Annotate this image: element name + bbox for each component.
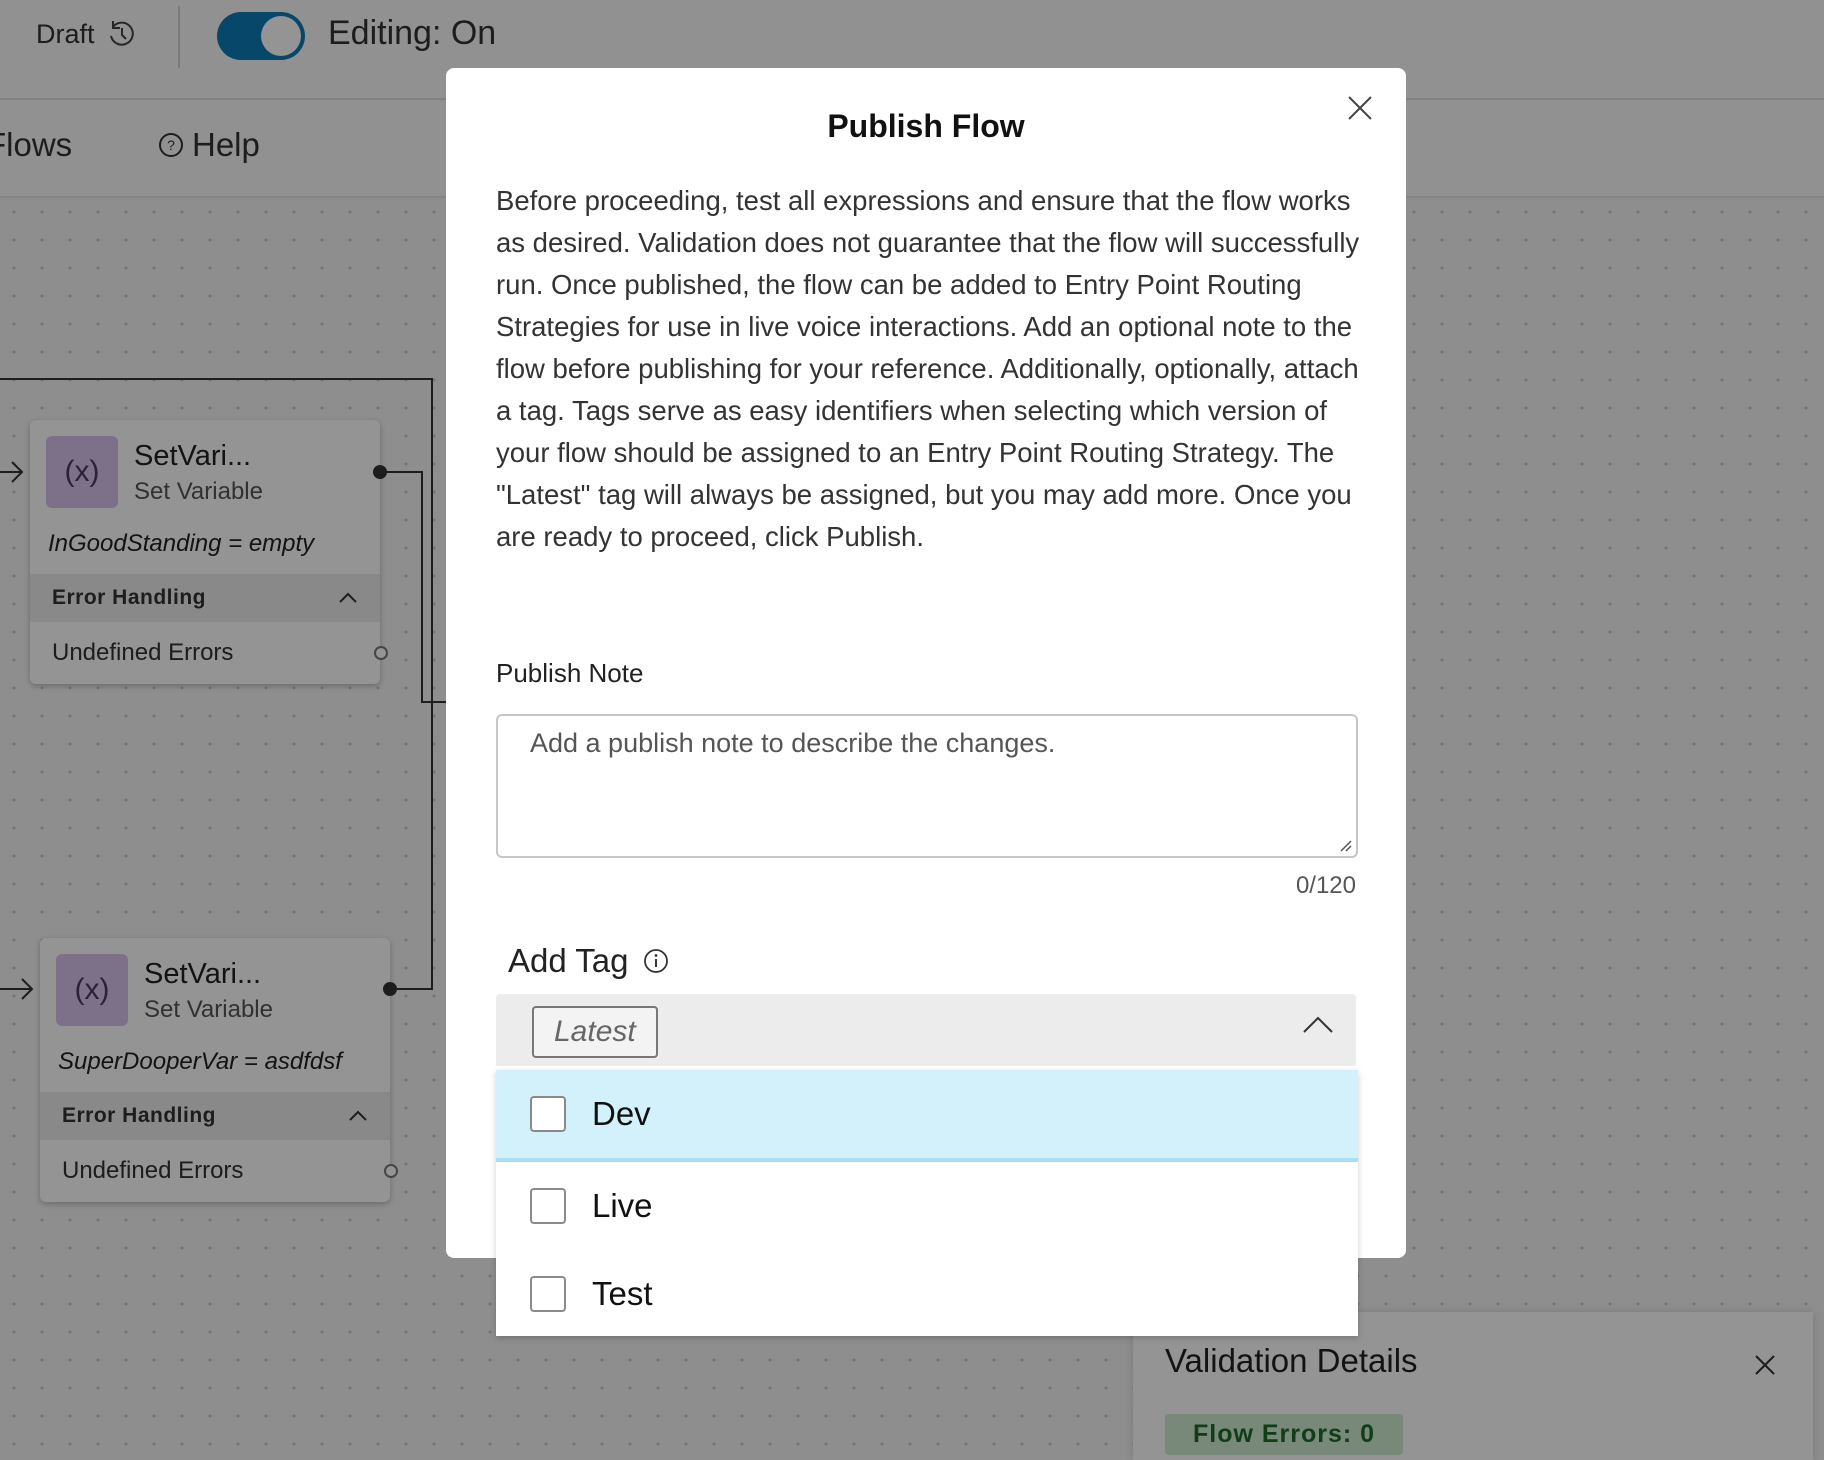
option-label: Dev xyxy=(592,1095,651,1132)
tag-option-test[interactable]: Test xyxy=(496,1250,1358,1338)
publish-note-field[interactable] xyxy=(496,714,1358,858)
tag-select[interactable]: Latest xyxy=(496,994,1356,1066)
dev-checkbox[interactable] xyxy=(530,1096,566,1132)
character-count: 0/120 xyxy=(1295,872,1356,899)
test-checkbox[interactable] xyxy=(530,1276,566,1312)
publish-note-input[interactable] xyxy=(498,716,1356,856)
tag-option-dev[interactable]: Dev xyxy=(496,1070,1358,1162)
live-checkbox[interactable] xyxy=(530,1188,566,1224)
close-icon[interactable] xyxy=(1340,88,1380,128)
resize-grip-icon[interactable] xyxy=(1338,838,1352,852)
add-tag-label: Add Tag xyxy=(508,942,629,979)
tag-chip-latest: Latest xyxy=(532,1006,658,1058)
tag-option-live[interactable]: Live xyxy=(496,1162,1358,1250)
option-label: Live xyxy=(592,1187,653,1224)
tag-options-list: Dev Live Test xyxy=(496,1070,1358,1336)
chevron-up-icon[interactable] xyxy=(1302,1014,1334,1034)
info-icon[interactable] xyxy=(643,948,669,974)
add-tag-label-row: Add Tag xyxy=(508,942,669,980)
publish-note-label: Publish Note xyxy=(496,658,644,688)
option-label: Test xyxy=(592,1275,653,1312)
dialog-description: Before proceeding, test all expressions … xyxy=(496,185,1360,552)
dialog-title: Publish Flow xyxy=(827,108,1025,144)
